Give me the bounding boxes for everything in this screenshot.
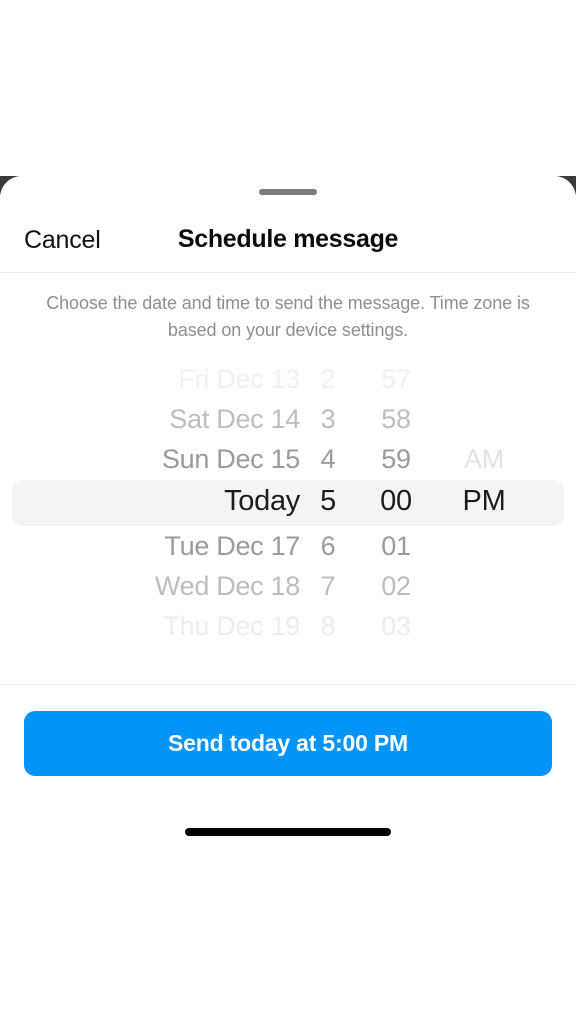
picker-date-cell: Thu Dec 19 [163,611,300,641]
home-indicator [185,828,391,836]
phone-screen: Cancel Schedule message Choose the date … [0,0,576,1024]
picker-date-cell-selected: Today [224,485,300,517]
picker-minute-cell: 03 [381,611,411,641]
picker-row[interactable]: Wed Dec 18 7 02 [0,566,576,606]
picker-row[interactable]: Thu Dec 19 8 03 [0,606,576,646]
picker-hour-cell-selected: 5 [320,485,336,517]
picker-hour-cell: 3 [320,404,336,434]
picker-minute-cell: 01 [381,531,411,561]
picker-minute-cell-selected: 00 [380,485,412,517]
picker-date-cell: Tue Dec 17 [164,531,300,561]
picker-hour-cell: 8 [320,611,336,641]
sheet-subtitle: Choose the date and time to send the mes… [46,293,530,340]
picker-row[interactable]: Sat Dec 14 3 58 [0,399,576,439]
picker-row[interactable]: Tue Dec 17 6 01 [0,526,576,566]
picker-row[interactable]: Sun Dec 15 4 59 AM [0,439,576,479]
picker-minute-cell: 02 [381,571,411,601]
picker-date-cell: Sun Dec 15 [161,444,300,474]
sheet-backdrop[interactable] [0,0,576,176]
send-schedule-button[interactable]: Send today at 5:00 PM [24,711,552,776]
picker-ampm-cell: AM [464,444,504,474]
picker-minute-cell: 59 [381,444,411,474]
page-title: Schedule message [177,225,399,253]
datetime-picker[interactable]: Fri Dec 13 2 57 Sat Dec 14 3 58 Sun Dec … [0,359,576,644]
sheet-header: Cancel Schedule message [0,212,576,272]
picker-minute-cell: 57 [381,364,411,394]
header-divider [0,272,576,273]
sheet-content: Cancel Schedule message Choose the date … [0,176,576,1024]
picker-hour-cell: 2 [320,364,336,394]
picker-date-cell: Wed Dec 18 [154,571,300,601]
picker-hour-cell: 4 [320,444,336,474]
picker-rows: Fri Dec 13 2 57 Sat Dec 14 3 58 Sun Dec … [0,359,576,644]
picker-date-cell: Fri Dec 13 [178,364,300,394]
picker-row-selected[interactable]: Today 5 00 PM [0,481,576,521]
sheet-grabber-handle[interactable] [259,189,317,195]
picker-ampm-cell-selected: PM [462,485,506,517]
footer-divider [0,684,576,685]
picker-minute-cell: 58 [381,404,411,434]
picker-row[interactable]: Fri Dec 13 2 57 [0,359,576,399]
picker-date-cell: Sat Dec 14 [169,404,300,434]
picker-hour-cell: 6 [320,531,336,561]
picker-hour-cell: 7 [320,571,336,601]
